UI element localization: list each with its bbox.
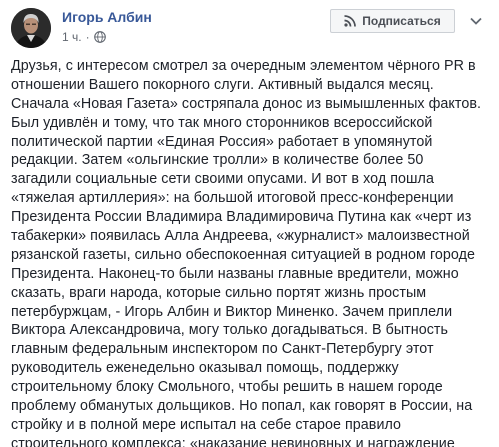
subscribe-label: Подписаться: [362, 14, 441, 28]
post-text-line: рязанской газеты, сильно обеспокоенная с…: [11, 246, 475, 263]
author-avatar[interactable]: [11, 8, 51, 48]
post-text-line: «тяжелая артиллерия»: на большой итогово…: [11, 190, 454, 207]
post-text-line: редакции. Затем «ольгинские тролли» в ко…: [11, 152, 424, 169]
author-name[interactable]: Игорь Албин: [62, 9, 152, 25]
post-text-line: главным федеральным инспектором по Санкт…: [11, 341, 434, 358]
post-text-line: Друзья, с интересом смотрел за очередным…: [11, 58, 476, 74]
post-text-line: политической партии «Единая Россия» рабо…: [11, 133, 433, 150]
post-text-line: Президента России Владимира Владимирович…: [11, 209, 472, 226]
profile-photo: [11, 8, 51, 48]
post-text-line: загадили социальные сети своими опусами.…: [11, 171, 434, 188]
globe-icon[interactable]: [93, 31, 106, 43]
post-text-line: строительного комплекса: «наказание неви…: [11, 435, 455, 447]
post-text-line: Был удивлён и тому, что так много сторон…: [11, 114, 433, 131]
subscribe-button[interactable]: Подписаться: [330, 9, 455, 33]
post-text-line: Сначала «Новая Газета» состряпала донос …: [11, 95, 481, 112]
post-text-line: проблему обманутых дольщиков. Но попал, …: [11, 398, 473, 415]
post-meta: 1 ч. ·: [62, 30, 106, 44]
post-text-line: Президента. Наконец-то были названы глав…: [11, 265, 459, 282]
post-body: Друзья, с интересом смотрел за очередным…: [11, 57, 493, 447]
post-options-button[interactable]: [466, 11, 486, 31]
post-text-line: отношении Вашего покорного слуги. Активн…: [11, 76, 434, 93]
post-header: Игорь Албин 1 ч. · Подписаться: [0, 0, 499, 50]
post-text-line: строительному блоку Смольного, чтобы реш…: [11, 379, 443, 396]
post-text-line: стройку и в полной мере испытал на себе …: [11, 416, 402, 433]
post-text-line: сказать, враги народа, которые сильно по…: [11, 284, 427, 301]
post-text-line: руководитель еженедельно оказывал помощь…: [11, 360, 399, 377]
rss-icon: [344, 15, 357, 27]
chevron-down-icon: [470, 17, 482, 25]
post-time[interactable]: 1 ч.: [62, 30, 82, 44]
meta-separator: ·: [85, 30, 90, 44]
post-text-line: петербуржцам, - Игорь Албин и Виктор Мин…: [11, 303, 453, 320]
post-text-line: табакерки» появилась Алла Андреева, «жур…: [11, 228, 470, 245]
post-text-line: Виктора Александровича, могу только дога…: [11, 322, 449, 339]
